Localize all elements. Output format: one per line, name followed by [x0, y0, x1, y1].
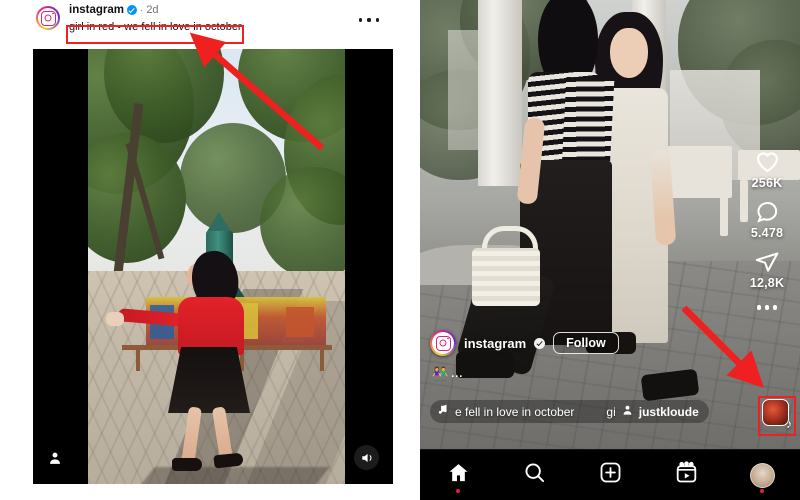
volume-on-icon[interactable]: [354, 445, 379, 470]
header-separator: ·: [139, 4, 144, 16]
instagram-logo-icon: [38, 8, 58, 28]
search-icon: [523, 461, 546, 489]
home-icon: [447, 461, 470, 489]
reel-caption-more[interactable]: ...: [451, 368, 463, 380]
music-title-tail: gi: [606, 404, 616, 419]
create-icon: [599, 461, 622, 489]
comment-count: 5.478: [750, 226, 784, 240]
post-timestamp: 2d: [146, 4, 159, 16]
music-album-thumbnail[interactable]: ♪: [758, 396, 796, 436]
reels-panel: 256K 5.478 12,8K instagram Follow 👫 ... …: [420, 0, 800, 500]
verified-badge-icon: [126, 5, 137, 15]
music-note-icon: [437, 403, 449, 421]
reel-account-avatar[interactable]: [430, 330, 456, 356]
bottom-navigation-bar: [420, 449, 800, 500]
nav-create[interactable]: [586, 455, 634, 495]
verified-badge-icon: [534, 337, 546, 349]
post-photo: [88, 49, 345, 484]
post-more-options-icon[interactable]: [359, 14, 379, 26]
screenshot-root: instagram · 2d girl in red • we fell in …: [0, 0, 800, 500]
nav-profile[interactable]: [738, 455, 786, 495]
person-icon: [622, 403, 633, 421]
reel-action-rail: 256K 5.478 12,8K: [743, 148, 791, 310]
post-media[interactable]: [33, 49, 393, 484]
profile-avatar-icon: [749, 462, 775, 488]
couple-emoji-icon: 👫: [432, 366, 449, 381]
like-button[interactable]: 256K: [752, 148, 783, 190]
share-button[interactable]: 12,8K: [750, 249, 784, 290]
share-count: 12,8K: [749, 276, 785, 290]
post-author-avatar[interactable]: [36, 6, 60, 30]
album-art-icon: [762, 399, 789, 426]
reels-icon: [675, 461, 698, 489]
music-attribution-bar[interactable]: e fell in love in october gi justkloude: [430, 400, 709, 423]
person-tag-icon[interactable]: [48, 450, 62, 466]
reel-caption[interactable]: 👫 ...: [432, 366, 463, 382]
reel-account-row: instagram Follow: [430, 330, 619, 356]
post-header: instagram · 2d girl in red • we fell in …: [33, 2, 393, 48]
instagram-logo-icon: [432, 332, 454, 354]
reel-username[interactable]: instagram: [464, 336, 526, 351]
feed-post-panel: instagram · 2d girl in red • we fell in …: [0, 0, 416, 500]
reel-more-options-icon[interactable]: [756, 305, 778, 310]
follow-button[interactable]: Follow: [553, 332, 619, 354]
nav-search[interactable]: [510, 455, 558, 495]
comment-button[interactable]: 5.478: [751, 199, 783, 240]
album-music-note-icon: ♪: [786, 417, 792, 431]
post-author-line: instagram · 2d: [69, 4, 159, 16]
profile-notification-dot: [760, 489, 764, 493]
nav-reels[interactable]: [662, 455, 710, 495]
post-caption: girl in red • we fell in love in october: [69, 21, 242, 33]
nav-home[interactable]: [434, 455, 482, 495]
music-title: e fell in love in october: [455, 404, 575, 419]
like-count: 256K: [751, 176, 783, 190]
post-username[interactable]: instagram: [69, 4, 124, 16]
music-author[interactable]: justkloude: [639, 405, 699, 419]
home-notification-dot: [456, 489, 460, 493]
